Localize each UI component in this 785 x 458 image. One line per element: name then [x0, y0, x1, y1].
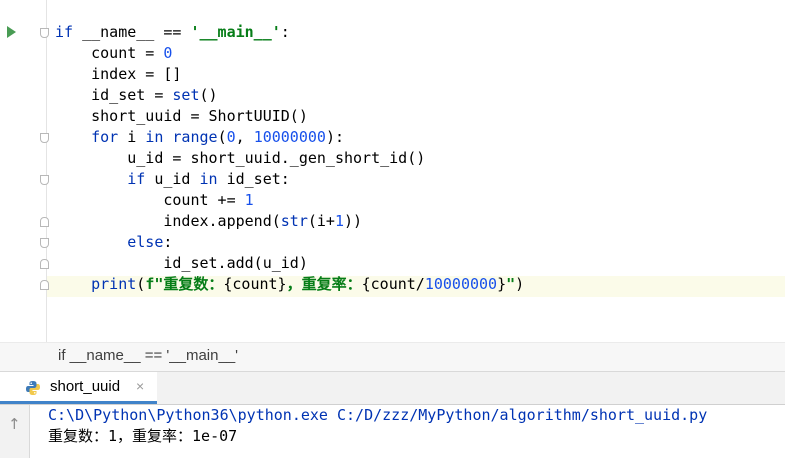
- code-token: :: [280, 23, 290, 41]
- breadcrumb[interactable]: if __name__ == '__main__': [0, 342, 785, 372]
- fold-marker-icon[interactable]: [40, 28, 49, 38]
- code-token: for: [91, 128, 119, 146]
- code-token: u_id = short_uuid._gen_short_id(): [55, 149, 426, 167]
- code-line[interactable]: u_id = short_uuid._gen_short_id(): [55, 148, 425, 169]
- code-token: print: [91, 275, 137, 293]
- code-token: else: [127, 233, 164, 251]
- code-token: }: [497, 275, 507, 293]
- code-token: in: [199, 170, 218, 188]
- run-console[interactable]: ↑ C:\D\Python\Python36\python.exe C:/D/z…: [0, 405, 785, 458]
- console-toolbar: ↑: [0, 405, 30, 458]
- code-token: ": [506, 275, 516, 293]
- code-line[interactable]: id_set = set(): [55, 85, 218, 106]
- code-line[interactable]: count += 1: [55, 190, 254, 211]
- code-token: (: [136, 275, 146, 293]
- fold-marker-icon[interactable]: [40, 238, 49, 248]
- code-token: id_set.add(u_id): [55, 254, 308, 272]
- code-token: {count/: [361, 275, 425, 293]
- code-token: short_uuid = ShortUUID(): [55, 107, 308, 125]
- code-line[interactable]: count = 0: [55, 43, 172, 64]
- code-token: (: [217, 128, 227, 146]
- code-line[interactable]: else:: [55, 232, 172, 253]
- code-token: 1: [334, 212, 344, 230]
- code-line[interactable]: index.append(str(i+1)): [55, 211, 362, 232]
- code-token: ,: [235, 128, 254, 146]
- code-token: '__main__': [190, 23, 281, 41]
- code-token: ==: [154, 23, 191, 41]
- code-token: u_id: [145, 170, 200, 188]
- code-line[interactable]: if u_id in id_set:: [55, 169, 290, 190]
- code-token: 1: [244, 191, 254, 209]
- code-token: :: [163, 233, 173, 251]
- editor-gutter[interactable]: [0, 0, 49, 342]
- code-token: set: [172, 86, 200, 104]
- code-line[interactable]: short_uuid = ShortUUID(): [55, 106, 308, 127]
- code-token: (): [199, 86, 218, 104]
- code-token: 10000000: [424, 275, 498, 293]
- code-token: index = []: [55, 65, 182, 83]
- code-token: 0: [226, 128, 236, 146]
- close-icon[interactable]: ×: [136, 378, 144, 394]
- run-tool-window-tabs: short_uuid ×: [0, 372, 785, 405]
- code-token: ):: [325, 128, 344, 146]
- code-token: 0: [163, 44, 173, 62]
- code-token: in: [145, 128, 164, 146]
- run-triangle-icon[interactable]: [7, 26, 16, 38]
- code-editor[interactable]: if __name__ == '__main__': count = 0 ind…: [0, 0, 785, 342]
- code-token: ，重复率：: [286, 275, 362, 293]
- code-token: __name__: [82, 23, 155, 41]
- console-output-line: 重复数：1，重复率：1e-07: [48, 427, 238, 445]
- fold-marker-icon[interactable]: [40, 217, 49, 227]
- code-token: str: [280, 212, 308, 230]
- tab-short-uuid[interactable]: short_uuid ×: [0, 372, 157, 404]
- code-token: range: [172, 128, 218, 146]
- fold-marker-icon[interactable]: [40, 259, 49, 269]
- code-token: id_set:: [217, 170, 290, 188]
- code-token: ): [515, 275, 525, 293]
- code-line[interactable]: print(f"重复数：{count}，重复率：{count/10000000}…: [55, 274, 524, 295]
- code-token: if: [127, 170, 146, 188]
- code-line[interactable]: id_set.add(u_id): [55, 253, 308, 274]
- code-token: id_set =: [55, 86, 173, 104]
- code-token: count =: [55, 44, 164, 62]
- code-token: (i+: [307, 212, 335, 230]
- up-arrow-icon[interactable]: ↑: [8, 415, 21, 433]
- code-line[interactable]: for i in range(0, 10000000):: [55, 127, 344, 148]
- code-token: 10000000: [253, 128, 326, 146]
- code-token: f"重复数：: [145, 275, 224, 293]
- code-line[interactable]: if __name__ == '__main__':: [55, 22, 290, 43]
- code-token: count +=: [55, 191, 245, 209]
- fold-marker-icon[interactable]: [40, 175, 49, 185]
- fold-marker-icon[interactable]: [40, 133, 49, 143]
- code-line[interactable]: index = []: [55, 64, 181, 85]
- code-token: {count}: [223, 275, 287, 293]
- fold-marker-icon[interactable]: [40, 280, 49, 290]
- breadcrumb-item[interactable]: if __name__ == '__main__': [58, 347, 238, 364]
- python-logo-icon: [26, 381, 40, 395]
- code-token: index.append(: [55, 212, 281, 230]
- console-command-line: C:\D\Python\Python36\python.exe C:/D/zzz…: [48, 406, 708, 424]
- tab-label: short_uuid: [50, 378, 121, 395]
- code-token: )): [344, 212, 363, 230]
- code-token: i: [118, 128, 146, 146]
- code-token: if: [55, 23, 83, 41]
